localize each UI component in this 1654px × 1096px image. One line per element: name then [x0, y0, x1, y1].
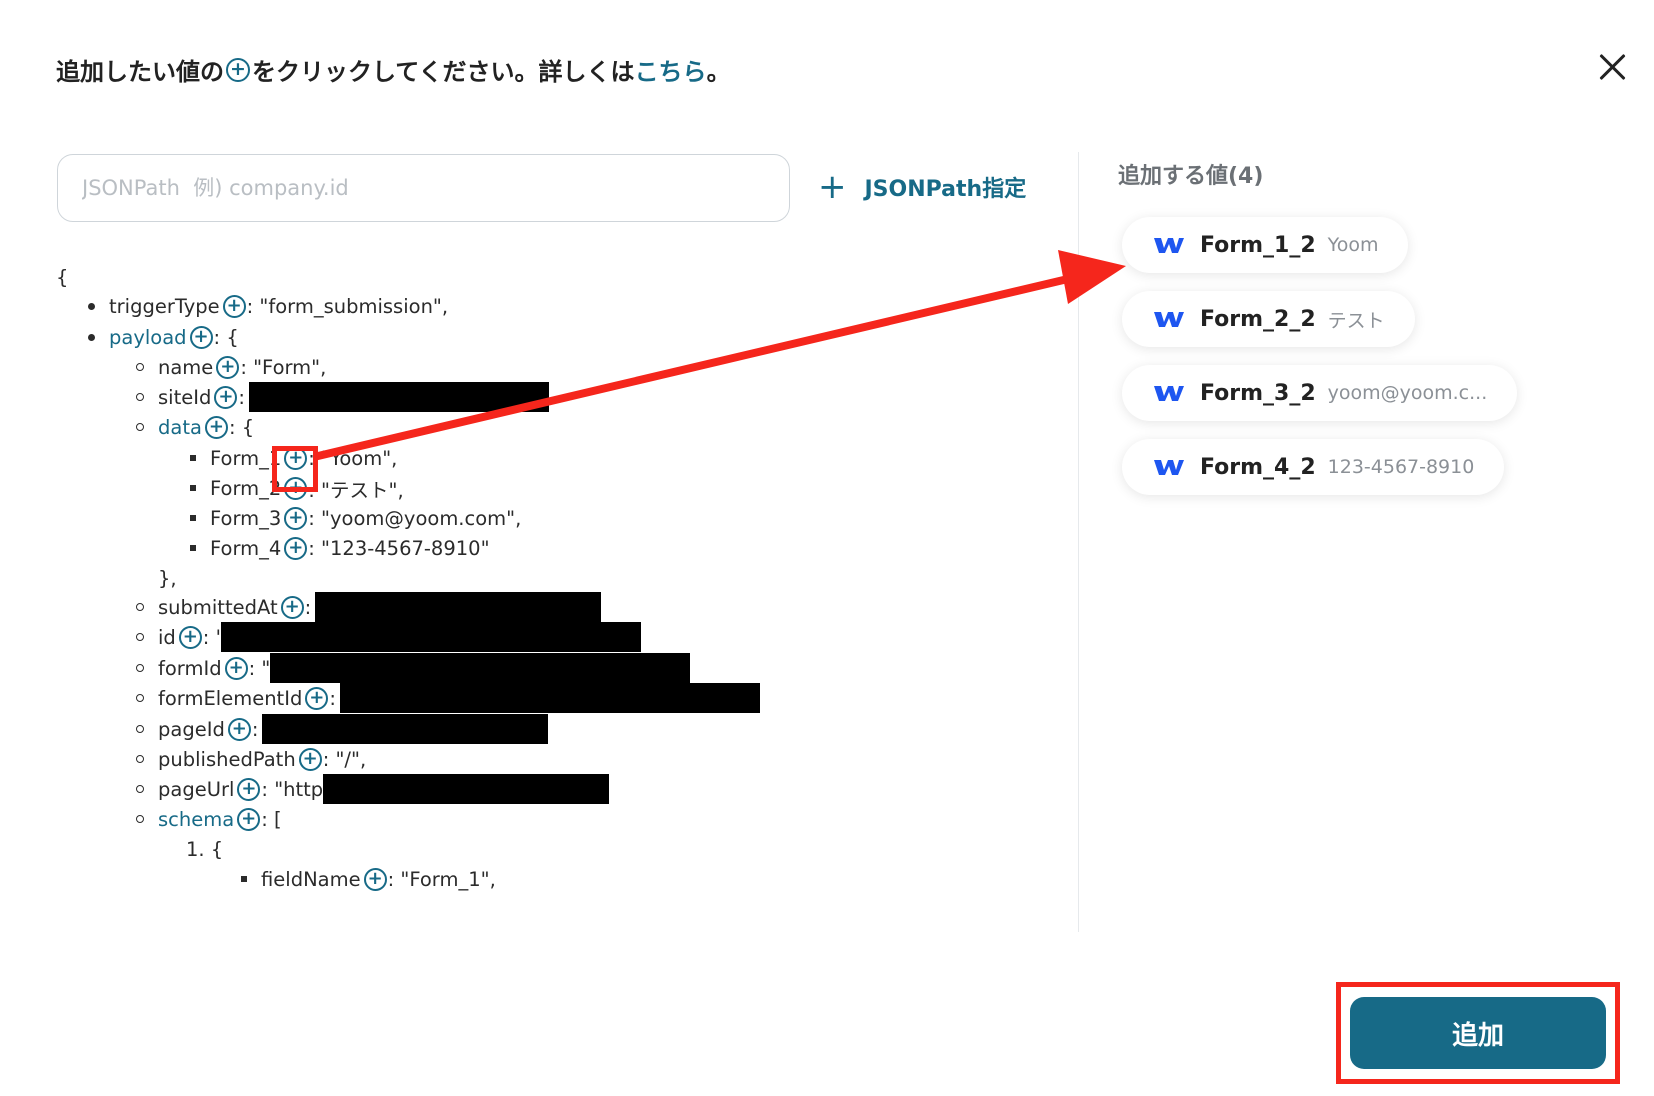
annotation-arrow [314, 250, 1126, 460]
